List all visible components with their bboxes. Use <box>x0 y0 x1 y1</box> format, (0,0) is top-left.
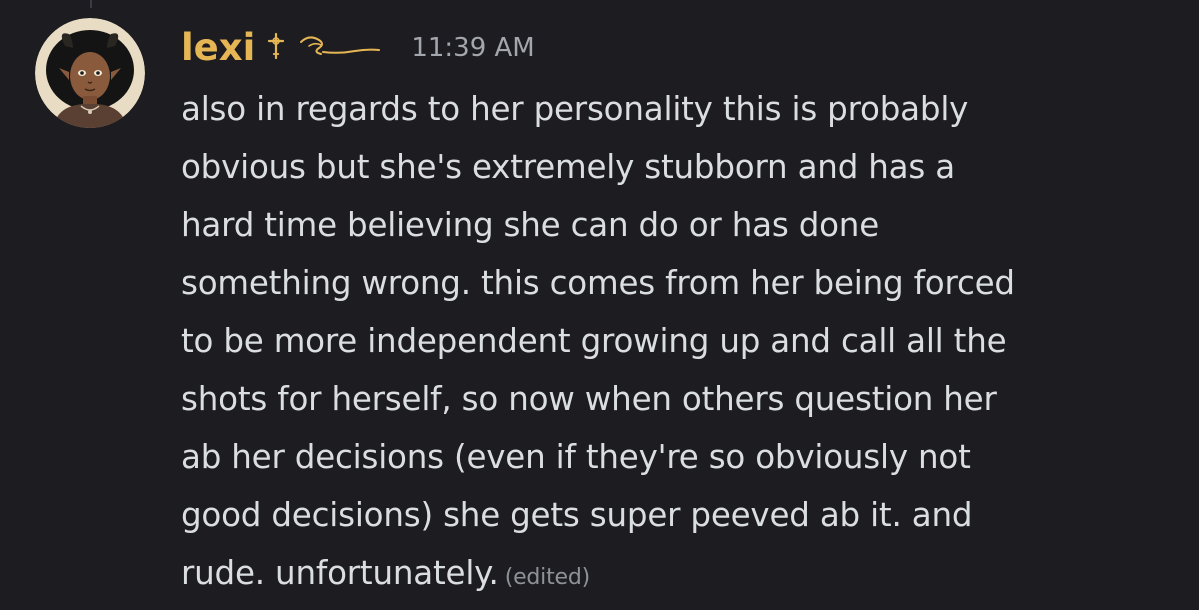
chat-message: lexi 11:39 AM also in regards to her per… <box>0 0 1199 610</box>
cross-icon <box>265 32 287 64</box>
edited-label: (edited) <box>504 565 591 590</box>
avatar-portrait-icon <box>35 18 145 128</box>
username[interactable]: lexi <box>181 20 255 76</box>
wave-icon <box>299 32 381 64</box>
message-line: to be more independent growing up and ca… <box>181 322 1007 360</box>
message-header: lexi 11:39 AM <box>181 20 535 76</box>
message-line: something wrong. this comes from her bei… <box>181 264 1015 302</box>
avatar[interactable] <box>35 18 145 128</box>
message-content: also in regards to her personality this … <box>181 80 1181 602</box>
message-line: shots for herself, so now when others qu… <box>181 380 997 418</box>
message-line: also in regards to her personality this … <box>181 90 969 128</box>
message-line: rude. unfortunately. <box>181 554 499 592</box>
thread-connector <box>90 0 92 8</box>
message-line: obvious but she's extremely stubborn and… <box>181 148 955 186</box>
message-line: good decisions) she gets super peeved ab… <box>181 496 973 534</box>
timestamp: 11:39 AM <box>411 33 535 63</box>
message-last-line: rude. unfortunately. (edited) <box>181 544 1181 602</box>
message-line: ab her decisions (even if they're so obv… <box>181 438 971 476</box>
message-line: hard time believing she can do or has do… <box>181 206 879 244</box>
